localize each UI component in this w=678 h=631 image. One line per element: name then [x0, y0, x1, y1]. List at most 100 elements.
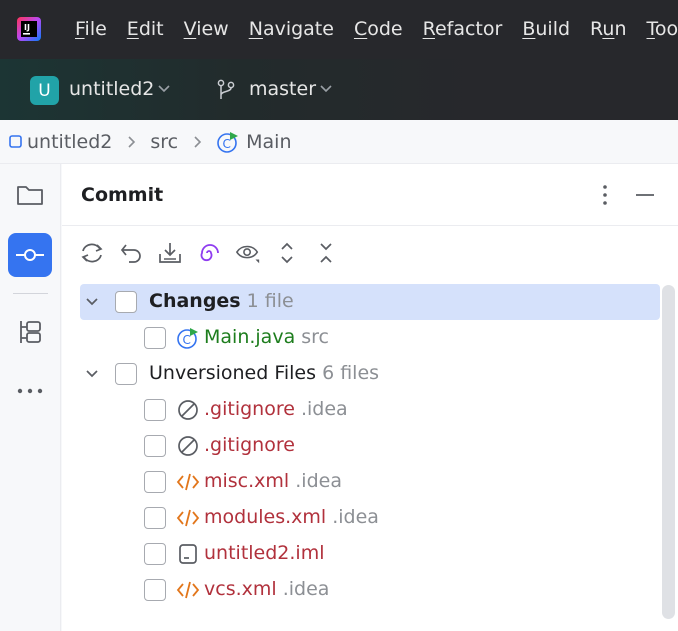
list-item[interactable]: C Main.java src: [80, 320, 660, 356]
file-name: modules.xml: [204, 506, 327, 528]
branch-name[interactable]: master: [249, 78, 316, 100]
menu-code[interactable]: Code: [354, 18, 403, 40]
ignored-file-icon: [178, 400, 198, 420]
folder-icon: [17, 186, 43, 205]
panel-title: Commit: [81, 184, 164, 206]
chevron-down-icon[interactable]: [157, 84, 171, 94]
file-name: misc.xml: [204, 470, 290, 492]
main-menu: File Edit View Navigate Code Refactor Bu…: [75, 17, 678, 41]
rollback-icon: [120, 244, 141, 263]
changes-checkbox[interactable]: [115, 291, 137, 313]
chevron-right-icon: [126, 135, 136, 149]
file-name: .gitignore: [204, 434, 295, 456]
scrollbar[interactable]: [662, 285, 675, 619]
menu-refactor[interactable]: Refactor: [423, 18, 503, 40]
file-checkbox[interactable]: [144, 507, 166, 529]
file-checkbox[interactable]: [144, 579, 166, 601]
menu-tools[interactable]: Tools: [647, 18, 678, 40]
svg-text:IJ: IJ: [24, 23, 30, 32]
project-toolbar: U untitled2 master: [0, 59, 678, 120]
refresh-button[interactable]: [79, 240, 105, 266]
changes-count: 1 file: [246, 290, 294, 312]
preview-button[interactable]: [235, 240, 261, 266]
unversioned-checkbox[interactable]: [115, 363, 137, 385]
panel-divider: [62, 225, 678, 226]
menu-edit[interactable]: Edit: [127, 18, 164, 40]
file-name: Main.java: [204, 326, 296, 348]
commit-tool-button[interactable]: [8, 233, 52, 277]
chevron-down-icon[interactable]: [84, 366, 100, 382]
xml-file-icon: [176, 473, 200, 491]
collapse-all-icon: [320, 243, 332, 263]
project-badge[interactable]: U: [30, 76, 59, 105]
chevron-right-icon: [192, 135, 202, 149]
menu-run[interactable]: Run: [590, 18, 626, 40]
file-checkbox[interactable]: [144, 399, 166, 421]
chevron-down-icon[interactable]: [84, 294, 100, 310]
project-name[interactable]: untitled2: [69, 78, 154, 100]
structure-icon: [20, 321, 41, 343]
menu-build[interactable]: Build: [522, 18, 570, 40]
menu-file[interactable]: File: [75, 18, 107, 40]
breadcrumb-module[interactable]: untitled2: [27, 131, 112, 153]
git-branch-icon: [217, 79, 235, 99]
ignored-file-icon: [178, 436, 198, 456]
commit-toolbar: [79, 238, 352, 268]
java-class-icon: C: [217, 131, 239, 153]
rollback-button[interactable]: [118, 240, 144, 266]
list-item[interactable]: vcs.xml .idea: [80, 572, 660, 608]
file-checkbox[interactable]: [144, 327, 166, 349]
file-name: .gitignore: [204, 398, 295, 420]
file-checkbox[interactable]: [144, 435, 166, 457]
unversioned-count: 6 files: [322, 362, 380, 384]
unversioned-group-name: Unversioned Files: [149, 362, 317, 384]
svg-text:C: C: [183, 333, 191, 347]
file-path-hint: src: [301, 326, 330, 348]
collapse-all-button[interactable]: [313, 240, 339, 266]
file-path-hint: .idea: [332, 506, 379, 528]
unversioned-group-row[interactable]: Unversioned Files 6 files: [80, 356, 660, 392]
structure-tool-button[interactable]: [8, 310, 52, 354]
ai-assist-button[interactable]: [196, 240, 222, 266]
refresh-icon: [81, 243, 103, 263]
changes-group-row[interactable]: Changes 1 file: [80, 284, 660, 320]
menu-view[interactable]: View: [184, 18, 229, 40]
svg-text:C: C: [223, 137, 231, 151]
tool-divider: [13, 293, 48, 294]
xml-file-icon: [176, 509, 200, 527]
file-path-hint: .idea: [300, 398, 348, 420]
file-checkbox[interactable]: [144, 471, 166, 493]
more-vertical-icon[interactable]: [597, 184, 613, 206]
more-icon: [17, 388, 43, 394]
list-item[interactable]: misc.xml .idea: [80, 464, 660, 500]
expand-all-button[interactable]: [274, 240, 300, 266]
chevron-down-icon[interactable]: [319, 84, 333, 94]
list-item[interactable]: modules.xml .idea: [80, 500, 660, 536]
ai-assist-icon: [200, 244, 219, 261]
iml-file-icon: [179, 544, 197, 564]
xml-file-icon: [176, 581, 200, 599]
breadcrumb-file[interactable]: Main: [246, 131, 291, 153]
menu-navigate[interactable]: Navigate: [249, 18, 334, 40]
preview-icon: [235, 245, 260, 264]
build-tool-button[interactable]: [8, 616, 52, 631]
file-name: vcs.xml: [204, 578, 277, 600]
intellij-logo-icon[interactable]: IJ: [17, 17, 41, 41]
commit-panel: Commit Changes 1 file C Main.java src Un…: [62, 164, 678, 631]
changes-tree: Changes 1 file C Main.java src Unversion…: [80, 284, 660, 608]
breadcrumb: untitled2 src C Main: [0, 120, 678, 164]
list-item[interactable]: untitled2.iml: [80, 536, 660, 572]
breadcrumb-folder[interactable]: src: [150, 131, 178, 153]
project-tool-button[interactable]: [8, 173, 52, 217]
list-item[interactable]: .gitignore .idea: [80, 392, 660, 428]
update-button[interactable]: [157, 240, 183, 266]
changes-group-name: Changes: [149, 290, 241, 312]
title-bar: IJ File Edit View Navigate Code Refactor…: [0, 0, 678, 59]
update-icon: [159, 243, 181, 263]
file-checkbox[interactable]: [144, 543, 166, 565]
list-item[interactable]: .gitignore: [80, 428, 660, 464]
file-name: untitled2.iml: [204, 542, 325, 564]
file-path-hint: .idea: [295, 470, 342, 492]
more-tools-button[interactable]: [8, 369, 52, 413]
minimize-icon[interactable]: [634, 185, 656, 205]
